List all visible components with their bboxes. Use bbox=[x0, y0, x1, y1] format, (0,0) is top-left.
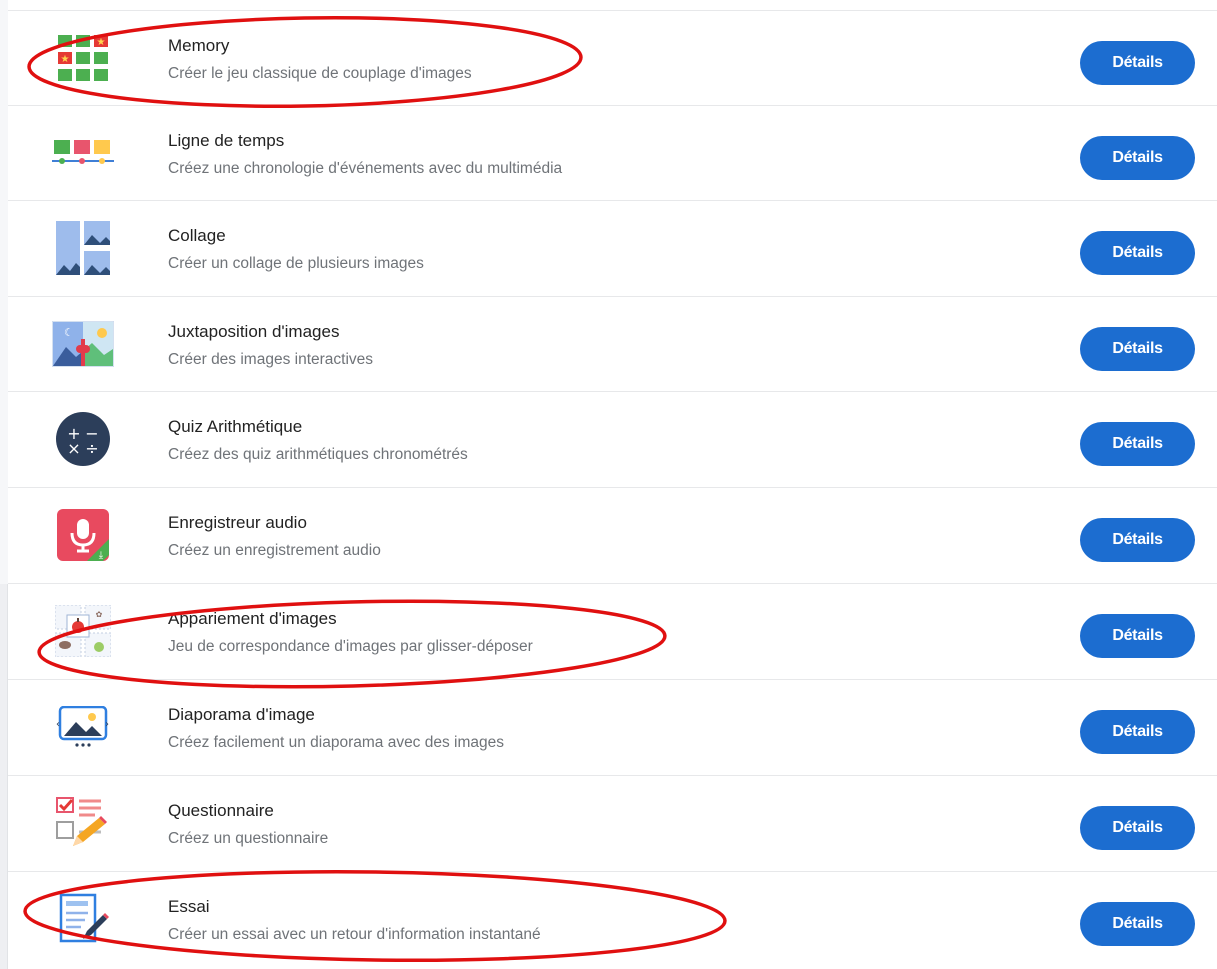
item-description: Créer un essai avec un retour d'informat… bbox=[168, 926, 541, 943]
item-title: Juxtaposition d'images bbox=[168, 322, 340, 341]
svg-text:÷: ÷ bbox=[85, 439, 98, 458]
image-pairing-icon: ✿ bbox=[52, 604, 114, 658]
item-title: Essai bbox=[168, 897, 210, 916]
list-item-juxtaposition: ☾ Juxtaposition d'images Créer des image… bbox=[8, 296, 1217, 391]
item-title: Memory bbox=[168, 36, 230, 55]
details-button-juxtaposition[interactable]: Détails bbox=[1080, 327, 1195, 371]
details-button-questionnaire[interactable]: Détails bbox=[1080, 806, 1195, 850]
list-item-essay: Essai Créer un essai avec un retour d'in… bbox=[8, 871, 1217, 969]
item-description: Créer un collage de plusieurs images bbox=[168, 255, 424, 272]
memory-grid-icon: ★ ★ bbox=[52, 31, 114, 85]
essay-icon bbox=[52, 892, 114, 946]
svg-text:✿: ✿ bbox=[96, 610, 103, 619]
details-button-timeline[interactable]: Détails bbox=[1080, 136, 1195, 180]
arithmetic-quiz-icon: + − × ÷ bbox=[52, 412, 114, 466]
details-button-essay[interactable]: Détails bbox=[1080, 902, 1195, 946]
details-button-audio-recorder[interactable]: Détails bbox=[1080, 518, 1195, 562]
left-panel-edge-lower bbox=[0, 584, 8, 969]
details-button-memory[interactable]: Détails bbox=[1080, 41, 1195, 85]
svg-text:×: × bbox=[67, 439, 80, 458]
list-item-collage: Collage Créer un collage de plusieurs im… bbox=[8, 200, 1217, 295]
item-title: Appariement d'images bbox=[168, 609, 337, 628]
item-description: Créer des images interactives bbox=[168, 351, 374, 368]
slideshow-icon: ‹ › bbox=[52, 700, 114, 754]
list-item-memory: ★ ★ Memory Créer le jeu classique de cou… bbox=[8, 10, 1217, 105]
list-item-audio-recorder: ⤓ Enregistreur audio Créez un enregistre… bbox=[8, 487, 1217, 582]
svg-text:★: ★ bbox=[97, 37, 106, 48]
content-type-list: ★ ★ Memory Créer le jeu classique de cou… bbox=[8, 0, 1217, 969]
list-item-slideshow: ‹ › Diaporama d'image Créez facilement u… bbox=[8, 679, 1217, 774]
collage-icon bbox=[52, 221, 114, 275]
svg-text:☾: ☾ bbox=[64, 326, 74, 339]
details-button-image-pairing[interactable]: Détails bbox=[1080, 614, 1195, 658]
item-title: Quiz Arithmétique bbox=[168, 417, 303, 436]
item-title: Ligne de temps bbox=[168, 131, 285, 150]
questionnaire-icon bbox=[52, 796, 114, 850]
item-description: Créez un questionnaire bbox=[168, 830, 329, 847]
timeline-icon bbox=[52, 126, 114, 180]
list-item-timeline: Ligne de temps Créez une chronologie d'é… bbox=[8, 105, 1217, 200]
svg-text:›: › bbox=[105, 719, 109, 730]
list-item-arithmetic-quiz: + − × ÷ Quiz Arithmétique Créez des quiz… bbox=[8, 391, 1217, 486]
list-item-image-pairing: ✿ Appariement d'images Jeu de correspond… bbox=[8, 583, 1217, 678]
item-description: Créez une chronologie d'événements avec … bbox=[168, 160, 563, 177]
item-description: Créez des quiz arithmétiques chronométré… bbox=[168, 446, 468, 463]
svg-text:★: ★ bbox=[61, 54, 70, 65]
item-title: Diaporama d'image bbox=[168, 705, 315, 724]
image-juxtaposition-icon: ☾ bbox=[52, 317, 114, 371]
item-description: Créez un enregistrement audio bbox=[168, 542, 381, 559]
list-item-questionnaire: Questionnaire Créez un questionnaire Dét… bbox=[8, 775, 1217, 870]
details-button-arithmetic-quiz[interactable]: Détails bbox=[1080, 422, 1195, 466]
details-button-slideshow[interactable]: Détails bbox=[1080, 710, 1195, 754]
svg-text:⤓: ⤓ bbox=[99, 550, 104, 561]
item-description: Jeu de correspondance d'images par gliss… bbox=[168, 638, 533, 655]
svg-text:‹: ‹ bbox=[56, 719, 60, 730]
item-title: Collage bbox=[168, 226, 226, 245]
details-button-collage[interactable]: Détails bbox=[1080, 231, 1195, 275]
item-title: Questionnaire bbox=[168, 801, 274, 820]
item-description: Créer le jeu classique de couplage d'ima… bbox=[168, 65, 472, 82]
item-title: Enregistreur audio bbox=[168, 513, 307, 532]
microphone-icon: ⤓ bbox=[52, 508, 114, 562]
item-description: Créez facilement un diaporama avec des i… bbox=[168, 734, 505, 751]
